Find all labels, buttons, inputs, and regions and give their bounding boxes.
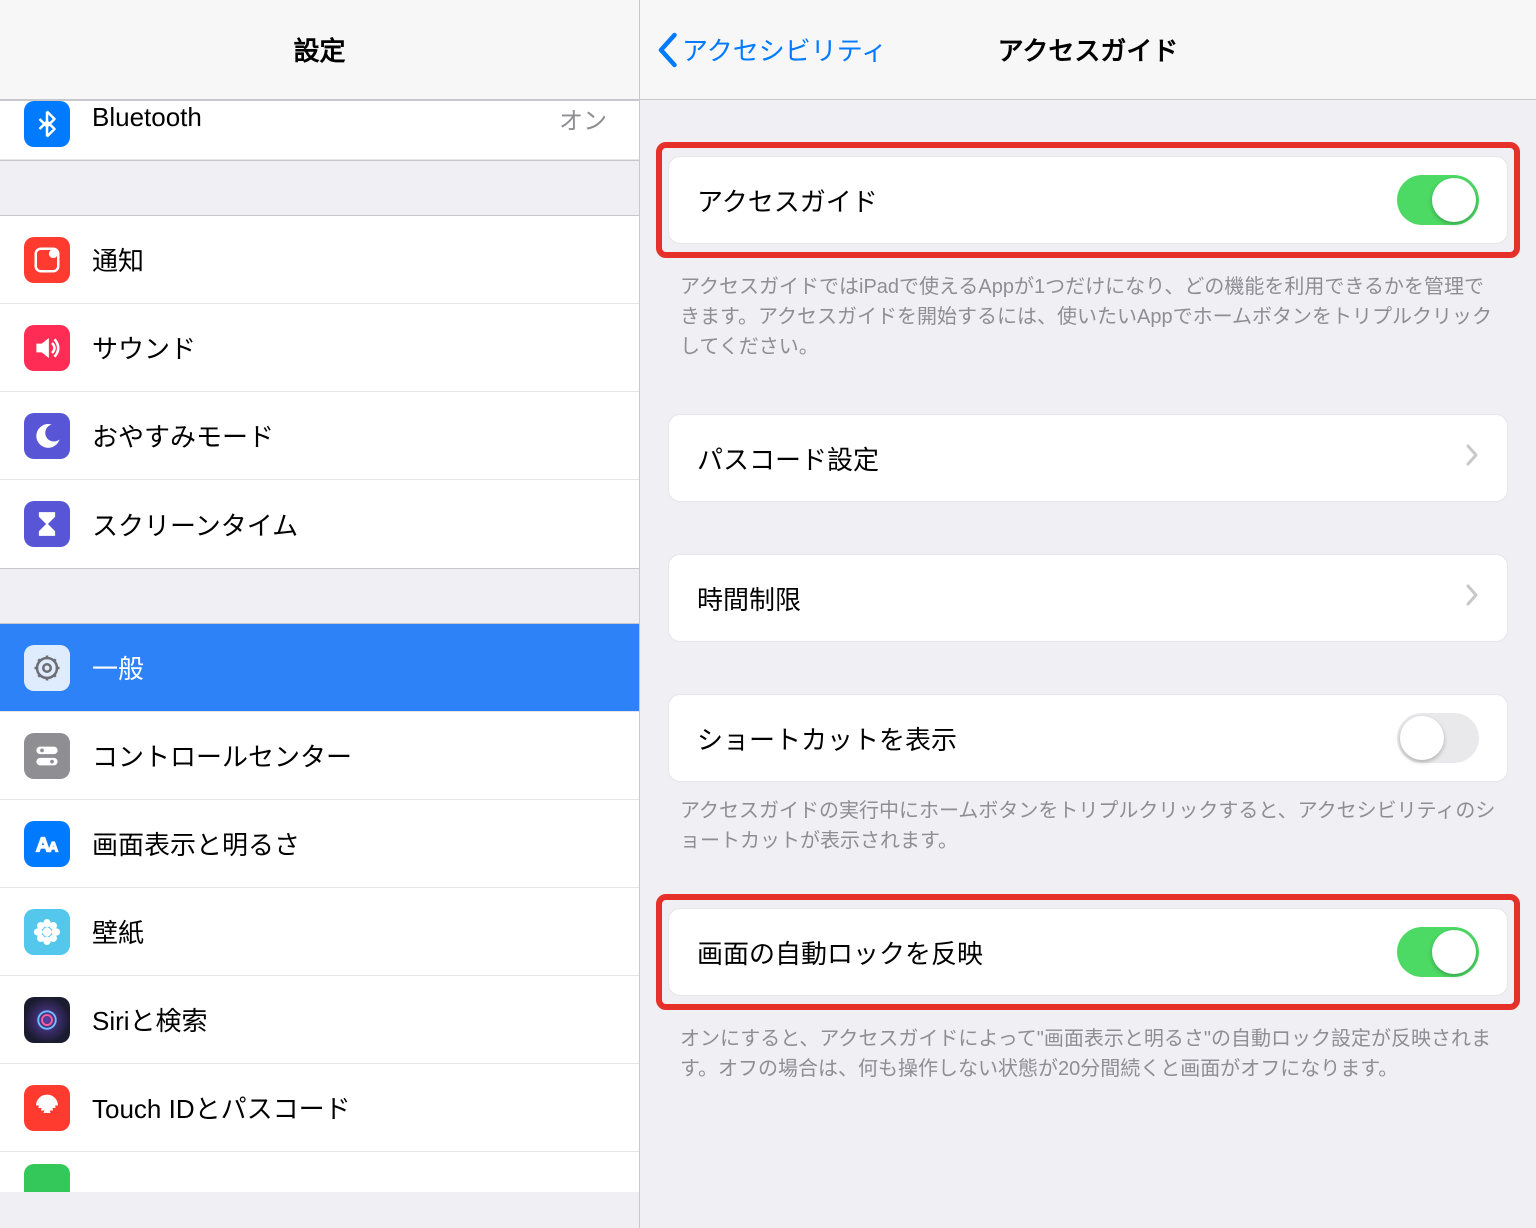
sidebar-item-dnd[interactable]: おやすみモード bbox=[0, 392, 639, 480]
back-button[interactable]: アクセシビリティ bbox=[656, 31, 887, 68]
row-accessibility-shortcut[interactable]: ショートカットを表示 bbox=[668, 694, 1508, 782]
sidebar-item-notifications[interactable]: 通知 bbox=[0, 216, 639, 304]
chevron-right-icon bbox=[1465, 443, 1479, 474]
sidebar-item-label: スクリーンタイム bbox=[92, 506, 615, 543]
svg-text:A: A bbox=[48, 839, 58, 854]
section-gap bbox=[0, 160, 639, 216]
sidebar-item-display[interactable]: AA 画面表示と明るさ bbox=[0, 800, 639, 888]
sidebar-item-general[interactable]: 一般 bbox=[0, 624, 639, 712]
guided-access-description: アクセスガイドではiPadで使えるAppが1つだけになり、どの機能を利用できるか… bbox=[668, 258, 1508, 362]
row-passcode-settings[interactable]: パスコード設定 bbox=[668, 414, 1508, 502]
section-gap bbox=[0, 568, 639, 624]
notifications-icon bbox=[24, 237, 70, 283]
autolock-label: 画面の自動ロックを反映 bbox=[697, 934, 1397, 971]
bluetooth-value: オン bbox=[559, 101, 607, 136]
chevron-left-icon bbox=[656, 32, 678, 68]
detail-title: アクセスガイド bbox=[998, 31, 1179, 68]
sidebar-item-label: おやすみモード bbox=[92, 417, 615, 454]
detail-pane: アクセシビリティ アクセスガイド アクセスガイド アクセスガイドではiPadで使… bbox=[640, 0, 1536, 1228]
row-time-limits[interactable]: 時間制限 bbox=[668, 554, 1508, 642]
passcode-label: パスコード設定 bbox=[697, 440, 1465, 477]
chevron-right-icon bbox=[1465, 583, 1479, 614]
sidebar-item-label: 画面表示と明るさ bbox=[92, 825, 615, 862]
siri-icon bbox=[24, 997, 70, 1043]
shortcut-label: ショートカットを表示 bbox=[697, 720, 1397, 757]
sidebar-item-touchid[interactable]: Touch IDとパスコード bbox=[0, 1064, 639, 1152]
group-shortcut: ショートカットを表示 bbox=[668, 694, 1508, 782]
moon-icon bbox=[24, 413, 70, 459]
sidebar-item-bluetooth[interactable]: Bluetooth オン bbox=[0, 100, 639, 160]
group-passcode: パスコード設定 bbox=[668, 414, 1508, 502]
sidebar-item-label: 通知 bbox=[92, 241, 615, 278]
gear-icon bbox=[24, 645, 70, 691]
settings-sidebar: 設定 Bluetooth オン 通知 サウンド おやすみモード bbox=[0, 0, 640, 1228]
group-guided-access: アクセスガイド bbox=[668, 156, 1508, 244]
toggle-mirror-autolock[interactable] bbox=[1397, 927, 1479, 977]
group-timelimit: 時間制限 bbox=[668, 554, 1508, 642]
sidebar-item-sounds[interactable]: サウンド bbox=[0, 304, 639, 392]
battery-icon bbox=[24, 1164, 70, 1192]
sidebar-item-label: 壁紙 bbox=[92, 913, 615, 950]
sound-icon bbox=[24, 325, 70, 371]
bluetooth-label: Bluetooth bbox=[92, 101, 559, 133]
flower-icon bbox=[24, 909, 70, 955]
sidebar-item-label: コントロールセンター bbox=[92, 737, 615, 774]
sidebar-item-control-center[interactable]: コントロールセンター bbox=[0, 712, 639, 800]
toggle-accessibility-shortcut[interactable] bbox=[1397, 713, 1479, 763]
sidebar-title: 設定 bbox=[0, 0, 639, 100]
row-guided-access[interactable]: アクセスガイド bbox=[668, 156, 1508, 244]
sidebar-item-screentime[interactable]: スクリーンタイム bbox=[0, 480, 639, 568]
hourglass-icon bbox=[24, 501, 70, 547]
fingerprint-icon bbox=[24, 1085, 70, 1131]
sidebar-item-siri[interactable]: Siriと検索 bbox=[0, 976, 639, 1064]
sidebar-item-wallpaper[interactable]: 壁紙 bbox=[0, 888, 639, 976]
shortcut-description: アクセスガイドの実行中にホームボタンをトリプルクリックすると、アクセシビリティの… bbox=[668, 782, 1508, 856]
autolock-description: オンにすると、アクセスガイドによって"画面表示と明るさ"の自動ロック設定が反映さ… bbox=[668, 1010, 1508, 1084]
sidebar-item-label: 一般 bbox=[92, 649, 615, 686]
toggles-icon bbox=[24, 733, 70, 779]
sidebar-item-label: サウンド bbox=[92, 329, 615, 366]
sidebar-item-label: Siriと検索 bbox=[92, 1001, 615, 1038]
text-size-icon: AA bbox=[24, 821, 70, 867]
group-autolock: 画面の自動ロックを反映 bbox=[668, 908, 1508, 996]
bluetooth-icon bbox=[24, 101, 70, 147]
row-mirror-autolock[interactable]: 画面の自動ロックを反映 bbox=[668, 908, 1508, 996]
sidebar-item-label: Touch IDとパスコード bbox=[92, 1089, 615, 1126]
guided-access-label: アクセスガイド bbox=[697, 182, 1397, 219]
timelimit-label: 時間制限 bbox=[697, 580, 1465, 617]
toggle-guided-access[interactable] bbox=[1397, 175, 1479, 225]
detail-header: アクセシビリティ アクセスガイド bbox=[640, 0, 1536, 100]
sidebar-item-battery[interactable] bbox=[0, 1152, 639, 1192]
back-label: アクセシビリティ bbox=[682, 31, 887, 68]
